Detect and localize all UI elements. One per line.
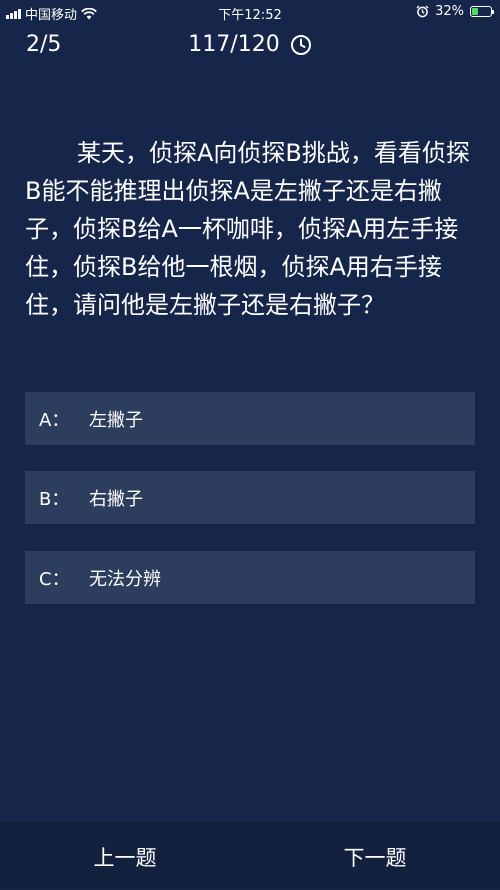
option-key: C： — [39, 568, 70, 590]
timer-text: 117/120 — [188, 32, 280, 57]
next-question-button[interactable]: 下一题 — [250, 823, 500, 890]
status-right: 32% — [416, 4, 494, 19]
option-c[interactable]: C： 无法分辨 — [25, 551, 475, 604]
clock-icon — [290, 34, 311, 55]
battery-icon — [470, 6, 494, 17]
option-a[interactable]: A： 左撇子 — [25, 392, 475, 445]
bottom-navigation: 上一题 下一题 — [0, 822, 500, 889]
battery-level-fill — [472, 8, 478, 15]
countdown-timer: 117/120 — [0, 32, 500, 57]
option-label: 右撇子 — [89, 488, 143, 510]
option-b[interactable]: B： 右撇子 — [25, 471, 475, 524]
option-label: 无法分辨 — [89, 568, 161, 590]
option-key: A： — [39, 409, 70, 431]
question-text: 某天，侦探A向侦探B挑战，看看侦探B能不能推理出侦探A是左撇子还是右撇子，侦探B… — [25, 139, 470, 319]
previous-question-button[interactable]: 上一题 — [0, 823, 250, 890]
option-key: B： — [39, 488, 70, 510]
alarm-icon — [416, 5, 429, 18]
quiz-header: 2/5 117/120 — [0, 28, 500, 64]
status-bar: 中国移动 下午12:52 32% — [0, 0, 500, 24]
option-label: 左撇子 — [89, 409, 143, 431]
battery-percent: 32% — [435, 4, 464, 19]
